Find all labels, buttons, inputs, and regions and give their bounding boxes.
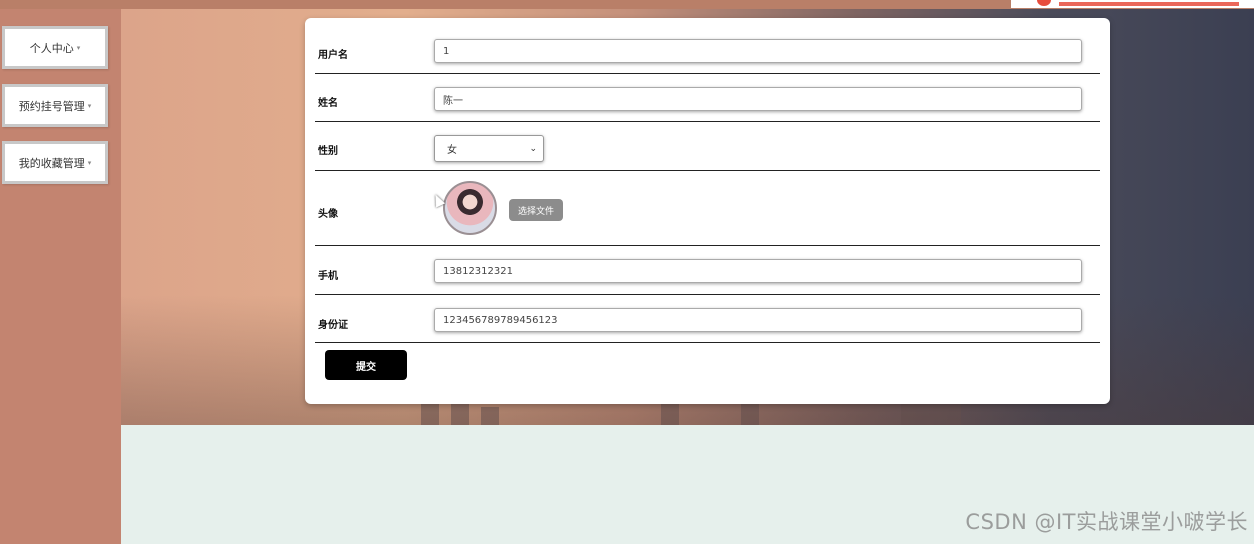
form-row-gender: 性别 女 ⌄ [315,121,1100,171]
brand-logo-text [1059,2,1239,6]
phone-label: 手机 [318,271,338,282]
brand-logo-strip [1011,0,1254,8]
form-row-id-card: 身份证 123456789789456123 [315,294,1100,343]
gender-select[interactable]: 女 ⌄ [434,135,544,162]
watermark-text: CSDN @IT实战课堂小啵学长 [965,510,1248,534]
avatar-label: 头像 [318,209,338,220]
profile-form-card: 用户名 1 姓名 陈一 性别 女 ⌄ 头像 选择文件 手机 1381231232… [305,18,1110,404]
name-field[interactable]: 陈一 [434,87,1082,111]
skyline-shape [421,403,439,425]
choose-file-button[interactable]: 选择文件 [509,199,563,221]
caret-down-icon: ▾ [87,101,92,110]
sidebar-item-appointment-management[interactable]: 预约挂号管理 ▾ [2,84,108,127]
brand-logo-icon [1037,0,1051,6]
chevron-down-icon: ⌄ [529,143,537,154]
form-row-name: 姓名 陈一 [315,73,1100,122]
submit-button[interactable]: 提交 [325,350,407,380]
id-card-label: 身份证 [318,320,348,331]
sidebar-item-label: 个人中心 [29,41,74,55]
sidebar: 个人中心 ▾ 预约挂号管理 ▾ 我的收藏管理 ▾ [0,9,121,544]
username-label: 用户名 [318,50,348,61]
form-row-avatar: 头像 选择文件 [315,170,1100,246]
id-card-field[interactable]: 123456789789456123 [434,308,1082,332]
gender-selected-value: 女 [447,145,457,156]
gender-label: 性别 [318,146,338,157]
sidebar-item-favorites-management[interactable]: 我的收藏管理 ▾ [2,141,108,184]
phone-field[interactable]: 13812312321 [434,259,1082,283]
sidebar-item-label: 预约挂号管理 [18,99,85,113]
caret-down-icon: ▾ [87,158,92,167]
name-label: 姓名 [318,98,338,109]
form-row-username: 用户名 1 [315,18,1100,74]
caret-down-icon: ▾ [76,43,81,52]
skyline-shape [481,407,499,425]
sidebar-item-label: 我的收藏管理 [18,156,85,170]
form-row-phone: 手机 13812312321 [315,245,1100,295]
avatar-image [443,181,497,235]
sidebar-item-personal-center[interactable]: 个人中心 ▾ [2,26,108,69]
username-field[interactable]: 1 [434,39,1082,63]
